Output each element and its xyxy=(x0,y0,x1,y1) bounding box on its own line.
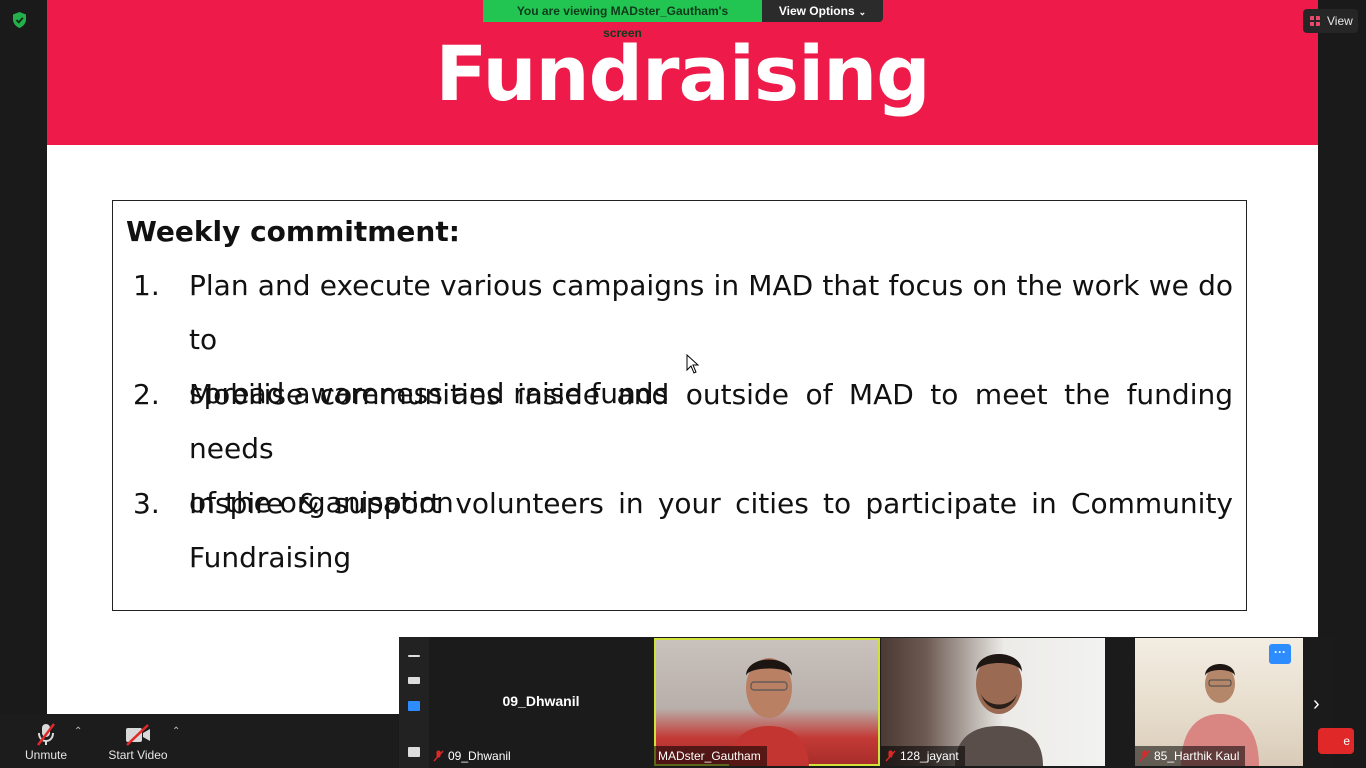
shield-icon[interactable] xyxy=(11,11,28,29)
hide-icon[interactable] xyxy=(408,747,420,757)
participant-tile[interactable]: ··· 85_Harthik Kaul xyxy=(1135,638,1303,766)
leave-button[interactable]: e xyxy=(1318,728,1354,754)
slide-title: Fundraising xyxy=(435,29,930,118)
participant-name: 128_jayant xyxy=(900,749,959,763)
participant-name: 09_Dhwanil xyxy=(448,749,511,763)
list-item-number: 3. xyxy=(133,487,160,520)
list-item-line: Plan and execute various campaigns in MA… xyxy=(189,269,1233,356)
minimize-icon[interactable] xyxy=(408,655,420,657)
mouse-cursor-icon xyxy=(686,354,700,374)
chevron-down-icon: ⌄ xyxy=(858,7,867,17)
participant-tile-active-speaker[interactable]: MADster_Gautham xyxy=(654,638,880,766)
participant-video xyxy=(955,654,1043,766)
list-item-number: 1. xyxy=(133,269,160,302)
participant-tile[interactable]: 09_Dhwanil 09_Dhwanil xyxy=(429,638,653,766)
view-options-label: View Options xyxy=(778,4,855,18)
next-arrow-icon[interactable]: › xyxy=(1313,693,1320,716)
participant-name-tag: 85_Harthik Kaul xyxy=(1135,746,1246,766)
commitment-box: Weekly commitment: 1. Plan and execute v… xyxy=(112,200,1247,611)
shared-screen-slide: Fundraising Weekly commitment: 1. Plan a… xyxy=(47,0,1318,714)
unmute-label: Unmute xyxy=(24,748,68,762)
participant-name-tag: 09_Dhwanil xyxy=(429,746,517,766)
unmute-options-caret[interactable]: ⌃ xyxy=(74,726,82,737)
participant-tile[interactable]: 128_jayant xyxy=(881,638,1105,766)
video-options-caret[interactable]: ⌃ xyxy=(172,726,180,737)
video-off-icon xyxy=(126,724,150,746)
participant-name-tag: 128_jayant xyxy=(881,746,965,766)
list-item-text: Inspire & support volunteers in your cit… xyxy=(189,477,1233,585)
view-layout-button[interactable]: View xyxy=(1303,9,1358,33)
screen-share-banner: You are viewing MADster_Gautham's screen… xyxy=(483,0,883,40)
box-heading: Weekly commitment: xyxy=(126,215,460,248)
list-item-line: Mobilise communities inside and outside … xyxy=(189,378,1233,465)
mic-muted-icon xyxy=(433,750,444,762)
mic-muted-icon xyxy=(37,723,55,746)
viewing-status: You are viewing MADster_Gautham's screen xyxy=(483,0,762,40)
meeting-controls: Unmute ⌃ Start Video ⌃ xyxy=(0,714,398,768)
mic-muted-icon xyxy=(1139,750,1150,762)
more-options-button[interactable]: ··· xyxy=(1269,644,1291,664)
participant-name-tag: MADster_Gautham xyxy=(654,746,767,766)
list-item-line: Fundraising xyxy=(189,541,352,574)
list-item-line: Inspire & support volunteers in your cit… xyxy=(189,487,1233,520)
view-button-label: View xyxy=(1327,14,1353,28)
strip-view-icon[interactable] xyxy=(408,677,420,684)
start-video-label: Start Video xyxy=(108,748,168,762)
view-grid-icon xyxy=(1310,16,1320,26)
more-icon: ··· xyxy=(1274,645,1286,659)
view-options-button[interactable]: View Options ⌄ xyxy=(762,0,883,22)
participant-name: MADster_Gautham xyxy=(658,749,761,763)
participant-strip: 09_Dhwanil 09_Dhwanil MADster_Gautham 12… xyxy=(399,637,1333,768)
participant-center-name: 09_Dhwanil xyxy=(502,693,580,709)
mic-muted-icon xyxy=(885,750,896,762)
participant-name: 85_Harthik Kaul xyxy=(1154,749,1240,763)
list-item-number: 2. xyxy=(133,378,160,411)
gallery-view-icon[interactable] xyxy=(408,701,420,711)
strip-toolbar xyxy=(399,637,429,768)
